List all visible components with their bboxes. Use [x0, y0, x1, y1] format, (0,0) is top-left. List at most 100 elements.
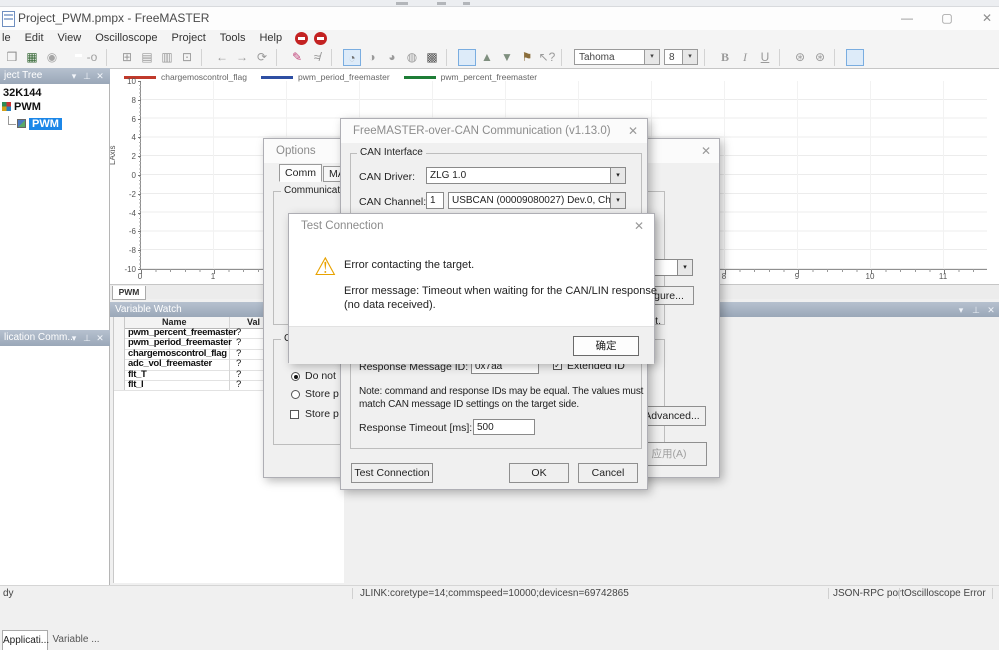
scope-stop-icon[interactable]: ◕: [383, 49, 401, 66]
project-tree-header[interactable]: ject Tree ▾ ⊥ ✕: [0, 68, 110, 84]
menu-item-oscilloscope[interactable]: Oscilloscope: [88, 32, 164, 44]
store-checkbox-label[interactable]: Store p: [305, 408, 339, 420]
align-right-icon[interactable]: [886, 49, 904, 66]
chevron-down-icon[interactable]: ▾: [677, 260, 692, 275]
app-comm-header[interactable]: lication Comm... ▾ ⊥ ✕: [0, 330, 110, 346]
move-up-icon[interactable]: ▲: [478, 49, 496, 66]
tab-variable-stimulus[interactable]: Variable ...: [48, 630, 104, 649]
collapse-icon[interactable]: ▾: [68, 68, 80, 84]
align-center-icon[interactable]: [866, 49, 884, 66]
row-selector[interactable]: [114, 328, 125, 339]
row-selector[interactable]: [114, 359, 125, 370]
scope-run-icon[interactable]: ◔: [343, 48, 361, 66]
row-selector[interactable]: [114, 380, 125, 391]
can-driver-combo[interactable]: ZLG 1.0 ▾: [426, 167, 626, 184]
collapse-icon[interactable]: ▾: [955, 302, 967, 318]
underline-icon[interactable]: U: [756, 49, 774, 66]
recorder-icon[interactable]: [458, 48, 476, 66]
cancel-button[interactable]: Cancel: [578, 463, 638, 483]
column-value: Val: [247, 317, 261, 327]
confirm-button[interactable]: 确定: [573, 336, 639, 356]
scope-pause-icon[interactable]: ◑: [363, 49, 381, 66]
tree-node-pwm-child[interactable]: PWM: [2, 116, 62, 130]
test-dialog-title[interactable]: Test Connection ✕: [289, 214, 654, 238]
connect-icon[interactable]: -o: [83, 49, 101, 66]
menu-item-project[interactable]: Project: [165, 32, 213, 44]
close-icon[interactable]: ✕: [624, 123, 642, 139]
pin-toolbox-icon[interactable]: ⚑: [518, 49, 536, 66]
scope-save-icon[interactable]: ▩: [423, 49, 441, 66]
font-size-combo[interactable]: 8 ▾: [664, 49, 698, 65]
maximize-button[interactable]: ▢: [932, 10, 962, 27]
do-not-radio[interactable]: [291, 372, 300, 381]
close-icon[interactable]: ✕: [697, 143, 715, 159]
chevron-down-icon[interactable]: ▾: [644, 50, 659, 64]
save-icon[interactable]: ▦: [23, 49, 41, 66]
stop-icon[interactable]: [63, 49, 82, 66]
close-icon[interactable]: ✕: [94, 330, 106, 346]
font-family-combo[interactable]: Tahoma ▾: [574, 49, 660, 65]
menu-item-edit[interactable]: Edit: [18, 32, 51, 44]
do-not-radio-label[interactable]: Do not: [305, 370, 336, 382]
chevron-down-icon[interactable]: ▾: [610, 193, 625, 208]
can-dialog-title[interactable]: FreeMASTER-over-CAN Communication (v1.13…: [341, 119, 647, 143]
close-icon[interactable]: ✕: [985, 302, 997, 318]
speed-combo-fragment[interactable]: ▾: [651, 259, 693, 276]
menu-item-tools[interactable]: Tools: [213, 32, 253, 44]
tab-pwm-scope[interactable]: PWM: [112, 286, 146, 300]
store-checkbox[interactable]: [290, 410, 299, 419]
bold-icon[interactable]: B: [716, 49, 734, 66]
tree-node-s32k144[interactable]: 32K144: [3, 87, 42, 99]
close-icon[interactable]: ✕: [630, 218, 648, 234]
test-connection-button[interactable]: Test Connection: [351, 463, 433, 483]
scope-disabled-icon[interactable]: ≉: [308, 49, 326, 66]
tab-comm[interactable]: Comm: [279, 164, 322, 182]
can-device-combo[interactable]: USBCAN (00009080027) Dev.0, Ch0 ▾: [448, 192, 626, 209]
response-timeout-input[interactable]: 500: [473, 419, 535, 435]
menu-item-view[interactable]: View: [51, 32, 89, 44]
collapse-icon[interactable]: ▾: [68, 330, 80, 346]
project-tree-title: ject Tree: [4, 70, 43, 81]
align-left-icon[interactable]: [846, 48, 864, 66]
menu-item-file[interactable]: le: [0, 32, 18, 44]
advanced-button[interactable]: Advanced...: [638, 406, 706, 426]
store-radio-label[interactable]: Store p: [305, 388, 339, 400]
selected-node-label[interactable]: PWM: [29, 118, 62, 130]
store-radio[interactable]: [291, 390, 300, 399]
stop-red-icon[interactable]: [314, 31, 328, 45]
minimize-button[interactable]: —: [892, 10, 922, 27]
close-button[interactable]: ✕: [972, 10, 999, 27]
row-selector[interactable]: [114, 338, 125, 349]
record-variable-icon[interactable]: ✎: [288, 49, 306, 66]
record-red-icon[interactable]: [295, 31, 309, 45]
close-icon[interactable]: ✕: [94, 68, 106, 84]
tab-application-commands[interactable]: Applicati...: [2, 630, 49, 650]
ok-button[interactable]: OK: [509, 463, 569, 483]
top-window-sliver: [0, 0, 999, 7]
chevron-down-icon[interactable]: ▾: [682, 50, 697, 64]
forward-icon[interactable]: →: [233, 49, 251, 66]
scope-clear-icon[interactable]: ◍: [403, 49, 421, 66]
back-icon[interactable]: ←: [213, 49, 231, 66]
pin-icon[interactable]: ⊥: [81, 68, 93, 84]
reload-icon[interactable]: ⟳: [253, 49, 271, 66]
open-file-icon[interactable]: ❒: [3, 49, 21, 66]
print-icon[interactable]: ⊡: [178, 49, 196, 66]
row-selector[interactable]: [114, 369, 125, 380]
pin-icon[interactable]: ⊥: [81, 330, 93, 346]
copy-icon[interactable]: ▤: [138, 49, 156, 66]
tree-node-pwm[interactable]: PWM: [2, 101, 41, 113]
chevron-down-icon[interactable]: ▾: [610, 168, 625, 183]
move-down-icon[interactable]: ▼: [498, 49, 516, 66]
can-channel-input[interactable]: 1: [426, 192, 444, 209]
go-icon[interactable]: ◉: [43, 49, 61, 66]
paste-icon[interactable]: ▥: [158, 49, 176, 66]
html-link-icon[interactable]: ⊛: [811, 49, 829, 66]
project-panels-icon[interactable]: ⊞: [118, 49, 136, 66]
context-help-icon[interactable]: ↖?: [538, 49, 556, 66]
html-page-icon[interactable]: ⊛: [791, 49, 809, 66]
menu-item-help[interactable]: Help: [252, 32, 289, 44]
row-selector[interactable]: [114, 348, 125, 360]
pin-icon[interactable]: ⊥: [970, 302, 982, 318]
italic-icon[interactable]: I: [736, 49, 754, 66]
